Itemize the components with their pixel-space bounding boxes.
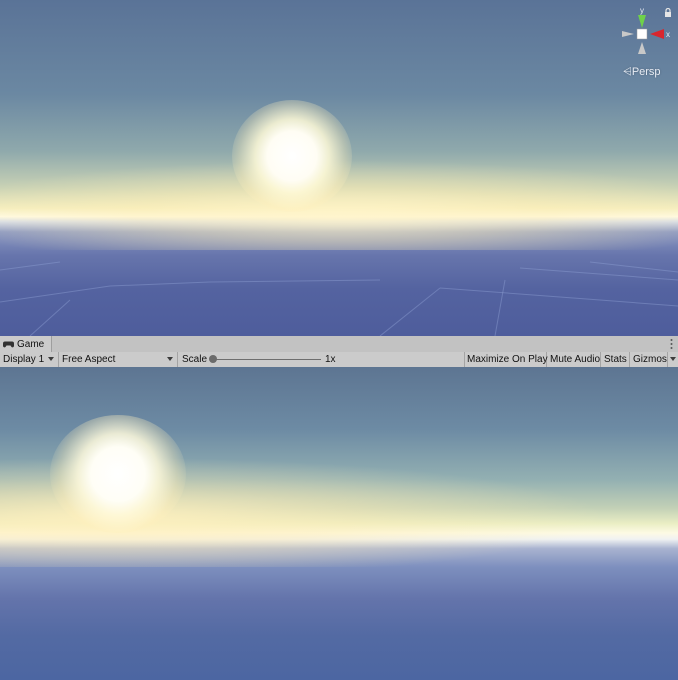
stats-label: Stats [604,354,627,365]
mute-label: Mute Audio [550,354,601,365]
aspect-dropdown[interactable]: Free Aspect [59,352,178,367]
lock-icon[interactable] [664,8,672,18]
display-value: Display 1 [3,354,45,365]
chevron-down-icon [670,357,676,361]
scene-view[interactable]: y x ⩤Persp [0,0,678,336]
tab-game[interactable]: Game [0,336,52,352]
scale-slider-thumb[interactable] [209,355,217,363]
x-axis-cone[interactable] [650,29,664,39]
mute-audio-toggle[interactable]: Mute Audio [547,352,601,367]
scale-value: 1x [325,354,336,365]
aspect-value: Free Aspect [62,354,116,365]
x-axis-label: x [666,30,670,39]
center-cube[interactable] [636,28,648,40]
chevron-down-icon [167,357,173,361]
projection-label: Persp [631,66,661,78]
display-dropdown[interactable]: Display 1 [0,352,59,367]
chevron-down-icon [48,357,54,361]
game-tab-bar: Game [0,336,678,353]
scale-slider-track[interactable] [213,359,321,360]
tab-game-label: Game [17,338,45,350]
more-options-icon[interactable] [670,338,673,350]
neg-y-axis-cone[interactable] [638,42,646,54]
y-axis-label: y [640,6,644,15]
gamepad-icon [3,341,14,347]
sun [50,415,186,533]
scale-label: Scale [182,354,208,365]
maximize-label: Maximize On Play [467,354,548,365]
gizmos-toggle[interactable]: Gizmos [630,352,668,367]
game-view[interactable] [0,367,678,680]
game-toolbar: Display 1 Free Aspect Scale 1x Maximize … [0,352,678,368]
y-axis-cone[interactable] [638,15,646,28]
neg-x-axis-cone[interactable] [622,31,634,37]
scene-grid [0,261,678,336]
stats-toggle[interactable]: Stats [601,352,630,367]
projection-toggle[interactable]: ⩤Persp [623,66,661,79]
maximize-on-play-toggle[interactable]: Maximize On Play [465,352,548,367]
gizmos-dropdown[interactable] [668,352,678,367]
persp-icon: ⩤ [623,66,632,78]
gizmos-label: Gizmos [633,354,667,365]
